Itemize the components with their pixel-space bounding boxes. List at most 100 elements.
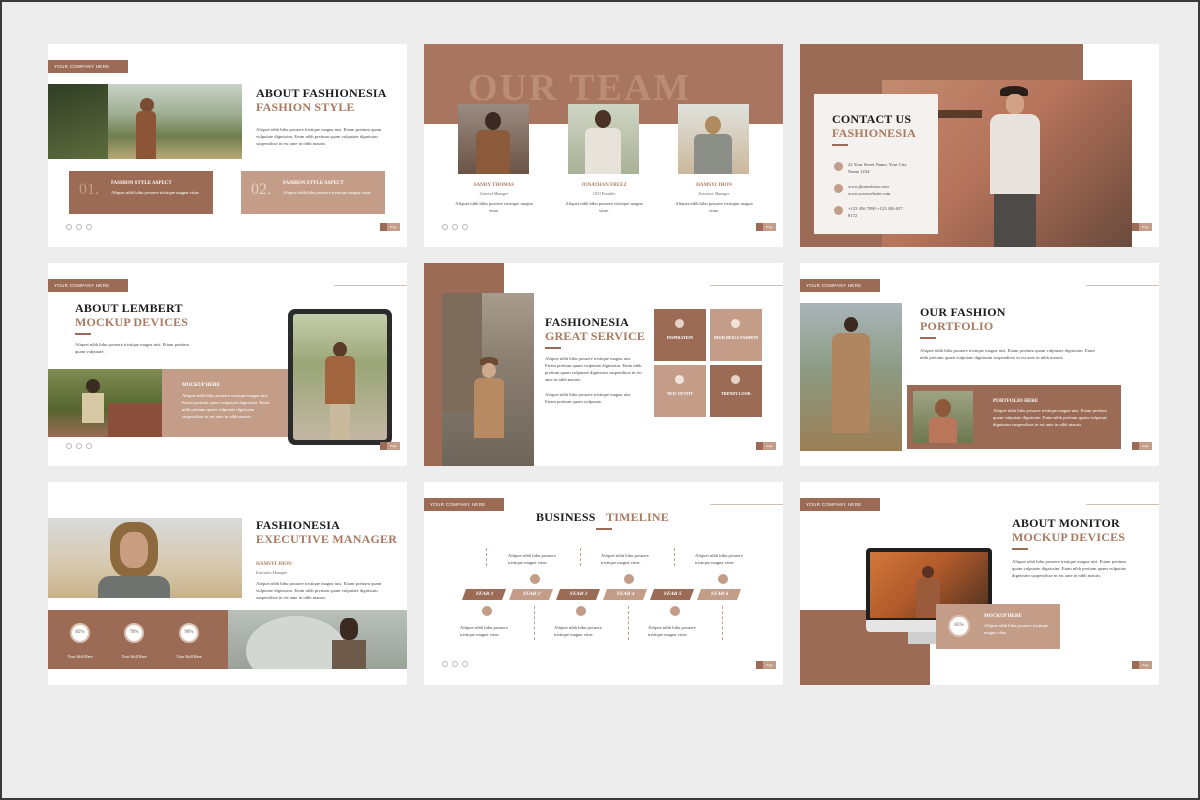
timeline-text: Aliquet nibh bibu posuere tristique magn… (648, 625, 696, 637)
portfolio-box: PORTFOLIO HERE Aliquet nibh bibu posuere… (907, 385, 1121, 449)
page-indicator: Page (1132, 661, 1152, 669)
timeline-text: Aliquet nibh bibu posuere tristique magn… (508, 553, 556, 565)
tablet-screen-photo (293, 314, 387, 440)
service-tile-outfit[interactable]: NEW OUTFIT (654, 365, 706, 417)
globe-icon (731, 375, 740, 384)
slide-subtitle: GREAT SERVICE (545, 329, 646, 343)
stat-circle: 85% (948, 615, 970, 637)
title-underline (545, 347, 561, 349)
aspect-box-1: 01. FASHION STYLE ASPECT Aliquet nibh bi… (69, 171, 213, 214)
service-tile-inspiration[interactable]: INSPIRATION (654, 309, 706, 361)
slide-title: FASHIONESIA (256, 518, 340, 532)
skill-circle: 85% (70, 623, 90, 643)
page-indicator: Page (756, 442, 776, 450)
calendar-icon (718, 574, 728, 584)
landscape-photo (48, 84, 242, 159)
slide-title: ABOUT LEMBERT (75, 301, 183, 315)
slide-great-service[interactable]: FASHIONESIA GREAT SERVICE Aliquet nibh b… (424, 263, 783, 466)
phone-icon (834, 206, 843, 215)
slide-title: ABOUT MONITOR (1012, 516, 1120, 530)
connector-line (534, 606, 535, 640)
slide-subtitle: FASHIONESIA (832, 126, 916, 140)
title-underline (920, 337, 936, 339)
divider-line (710, 285, 783, 286)
calendar-icon (482, 606, 492, 616)
page-indicator: Page (1132, 442, 1152, 450)
title-underline (75, 333, 91, 335)
box-title: PORTFOLIO HERE (993, 399, 1039, 404)
tile-label: TRENDY LOOK (721, 391, 751, 396)
skill-circle: 90% (179, 623, 199, 643)
slide-title: ABOUT FASHIONESIA (256, 86, 387, 100)
slide-dots (442, 661, 468, 667)
member-role: General Manager (479, 191, 509, 196)
slide-subtitle: PORTFOLIO (920, 319, 994, 333)
slide-business-timeline[interactable]: YOUR COMPANY HERE BUSINESS TIMELINE Aliq… (424, 482, 783, 685)
skill-label: Your Skill Here (121, 654, 147, 659)
slide-dots (442, 224, 468, 230)
slide-executive-manager[interactable]: FASHIONESIA EXECUTIVE MANAGER HAMSYI JHO… (48, 482, 407, 685)
service-tile-heels[interactable]: HIGH HEELS FASHION (710, 309, 762, 361)
tile-label: HIGH HEELS FASHION (713, 335, 759, 340)
aspect-text: Aliquet nibh bibu posuere tristique magn… (283, 190, 372, 195)
slide-about-fashionesia[interactable]: YOUR COMPANY HERE ABOUT FASHIONESIA FASH… (48, 44, 407, 247)
bulb-icon (675, 319, 684, 328)
timeline-step: YEAR 6 (696, 589, 742, 600)
member-name: SANDY THOMAS (473, 183, 515, 188)
box-text: Aliquet nibh bibu posuere tristique magn… (984, 623, 1049, 635)
aspect-title: FASHION STYLE ASPECT (283, 181, 344, 186)
timeline-step: YEAR 1 (461, 589, 507, 600)
team-photo-1 (458, 104, 529, 174)
team-photo-3 (678, 104, 749, 174)
page-indicator: Page (380, 442, 400, 450)
manager-photo (48, 518, 242, 598)
calendar-icon (624, 574, 634, 584)
page-indicator: Page (756, 223, 776, 231)
divider-line (710, 504, 783, 505)
portfolio-photo-small (913, 391, 973, 443)
slide-our-team[interactable]: OUR TEAM SANDY THOMAS General Manager Al… (424, 44, 783, 247)
timeline-text: Aliquet nibh bibu posuere tristique magn… (601, 553, 649, 565)
mockup-box: MOCKUP HERE Aliquet nibh bibu posuere tr… (162, 369, 294, 437)
body-text: Aliquet nibh bibu posuere tristique magn… (545, 356, 642, 382)
slide-about-lembert[interactable]: YOUR COMPANY HERE ABOUT LEMBERT MOCKUP D… (48, 263, 407, 466)
connector-line (486, 548, 487, 566)
service-tile-trendy[interactable]: TRENDY LOOK (710, 365, 762, 417)
tile-label: INSPIRATION (666, 335, 694, 340)
member-text: Aliquet nibh bibu posuere tristique magn… (565, 201, 643, 213)
member-role: CEO Founder (592, 191, 616, 196)
portfolio-photo-main (800, 303, 902, 451)
slide-about-monitor[interactable]: YOUR COMPANY HERE ABOUT MONITOR MOCKUP D… (800, 482, 1159, 685)
box-title: MOCKUP HERE (984, 614, 1022, 619)
box-title: MOCKUP HERE (182, 383, 220, 388)
skill-label: Your Skill Here (176, 654, 202, 659)
person-role: Executive Manager (256, 570, 288, 575)
slide-portfolio[interactable]: YOUR COMPANY HERE OUR FASHION PORTFOLIO … (800, 263, 1159, 466)
slide-subtitle: MOCKUP DEVICES (75, 315, 189, 329)
page-indicator: Page (380, 223, 400, 231)
mockup-box: 85% MOCKUP HERE Aliquet nibh bibu posuer… (936, 604, 1060, 649)
aspect-title: FASHION STYLE ASPECT (111, 181, 172, 186)
slide-contact-us[interactable]: CONTACT US FASHIONESIA 22 Your Street Na… (800, 44, 1159, 247)
title-underline (596, 528, 612, 530)
member-name: JONATHAN FREEZ (581, 183, 627, 188)
team-photo-2 (568, 104, 639, 174)
connector-line (580, 548, 581, 566)
body-text: Aliquet nibh bibu posuere tristique magn… (75, 342, 189, 354)
tablet-mockup (288, 309, 392, 445)
skill-label: Your Skill Here (67, 654, 93, 659)
member-name: HAMSYI JHON (696, 183, 732, 188)
aspect-text: Aliquet nibh bibu posuere tristique magn… (111, 190, 200, 195)
tile-label: NEW OUTFIT (667, 391, 693, 396)
calendar-icon (670, 606, 680, 616)
slide-title: BUSINESS (536, 510, 596, 524)
calendar-icon (530, 574, 540, 584)
page-indicator: Page (756, 661, 776, 669)
timeline-text: Aliquet nibh bibu posuere tristique magn… (695, 553, 743, 565)
slide-dots (66, 443, 92, 449)
connector-line (674, 548, 675, 566)
timeline-step: YEAR 2 (508, 589, 554, 600)
connector-line (722, 606, 723, 640)
slide-title: FASHIONESIA (545, 315, 629, 329)
body-text-2: Aliquet nibh bibu posuere tristique magn… (545, 392, 632, 404)
